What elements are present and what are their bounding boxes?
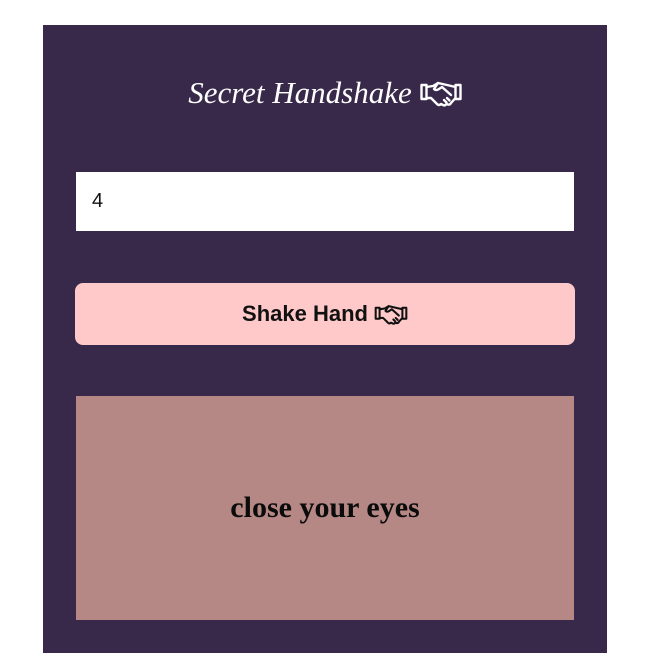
- app-title: Secret Handshake: [43, 73, 607, 113]
- handshake-icon: [420, 79, 462, 107]
- result-text: close your eyes: [230, 491, 420, 524]
- handshake-panel: Secret Handshake Shake Hand: [43, 25, 607, 653]
- handshake-icon: [374, 303, 408, 325]
- shake-hand-button[interactable]: Shake Hand: [75, 283, 575, 345]
- app-title-text: Secret Handshake: [188, 75, 412, 110]
- shake-hand-button-label: Shake Hand: [242, 301, 368, 326]
- result-box: close your eyes: [76, 396, 574, 620]
- number-input[interactable]: [76, 172, 574, 231]
